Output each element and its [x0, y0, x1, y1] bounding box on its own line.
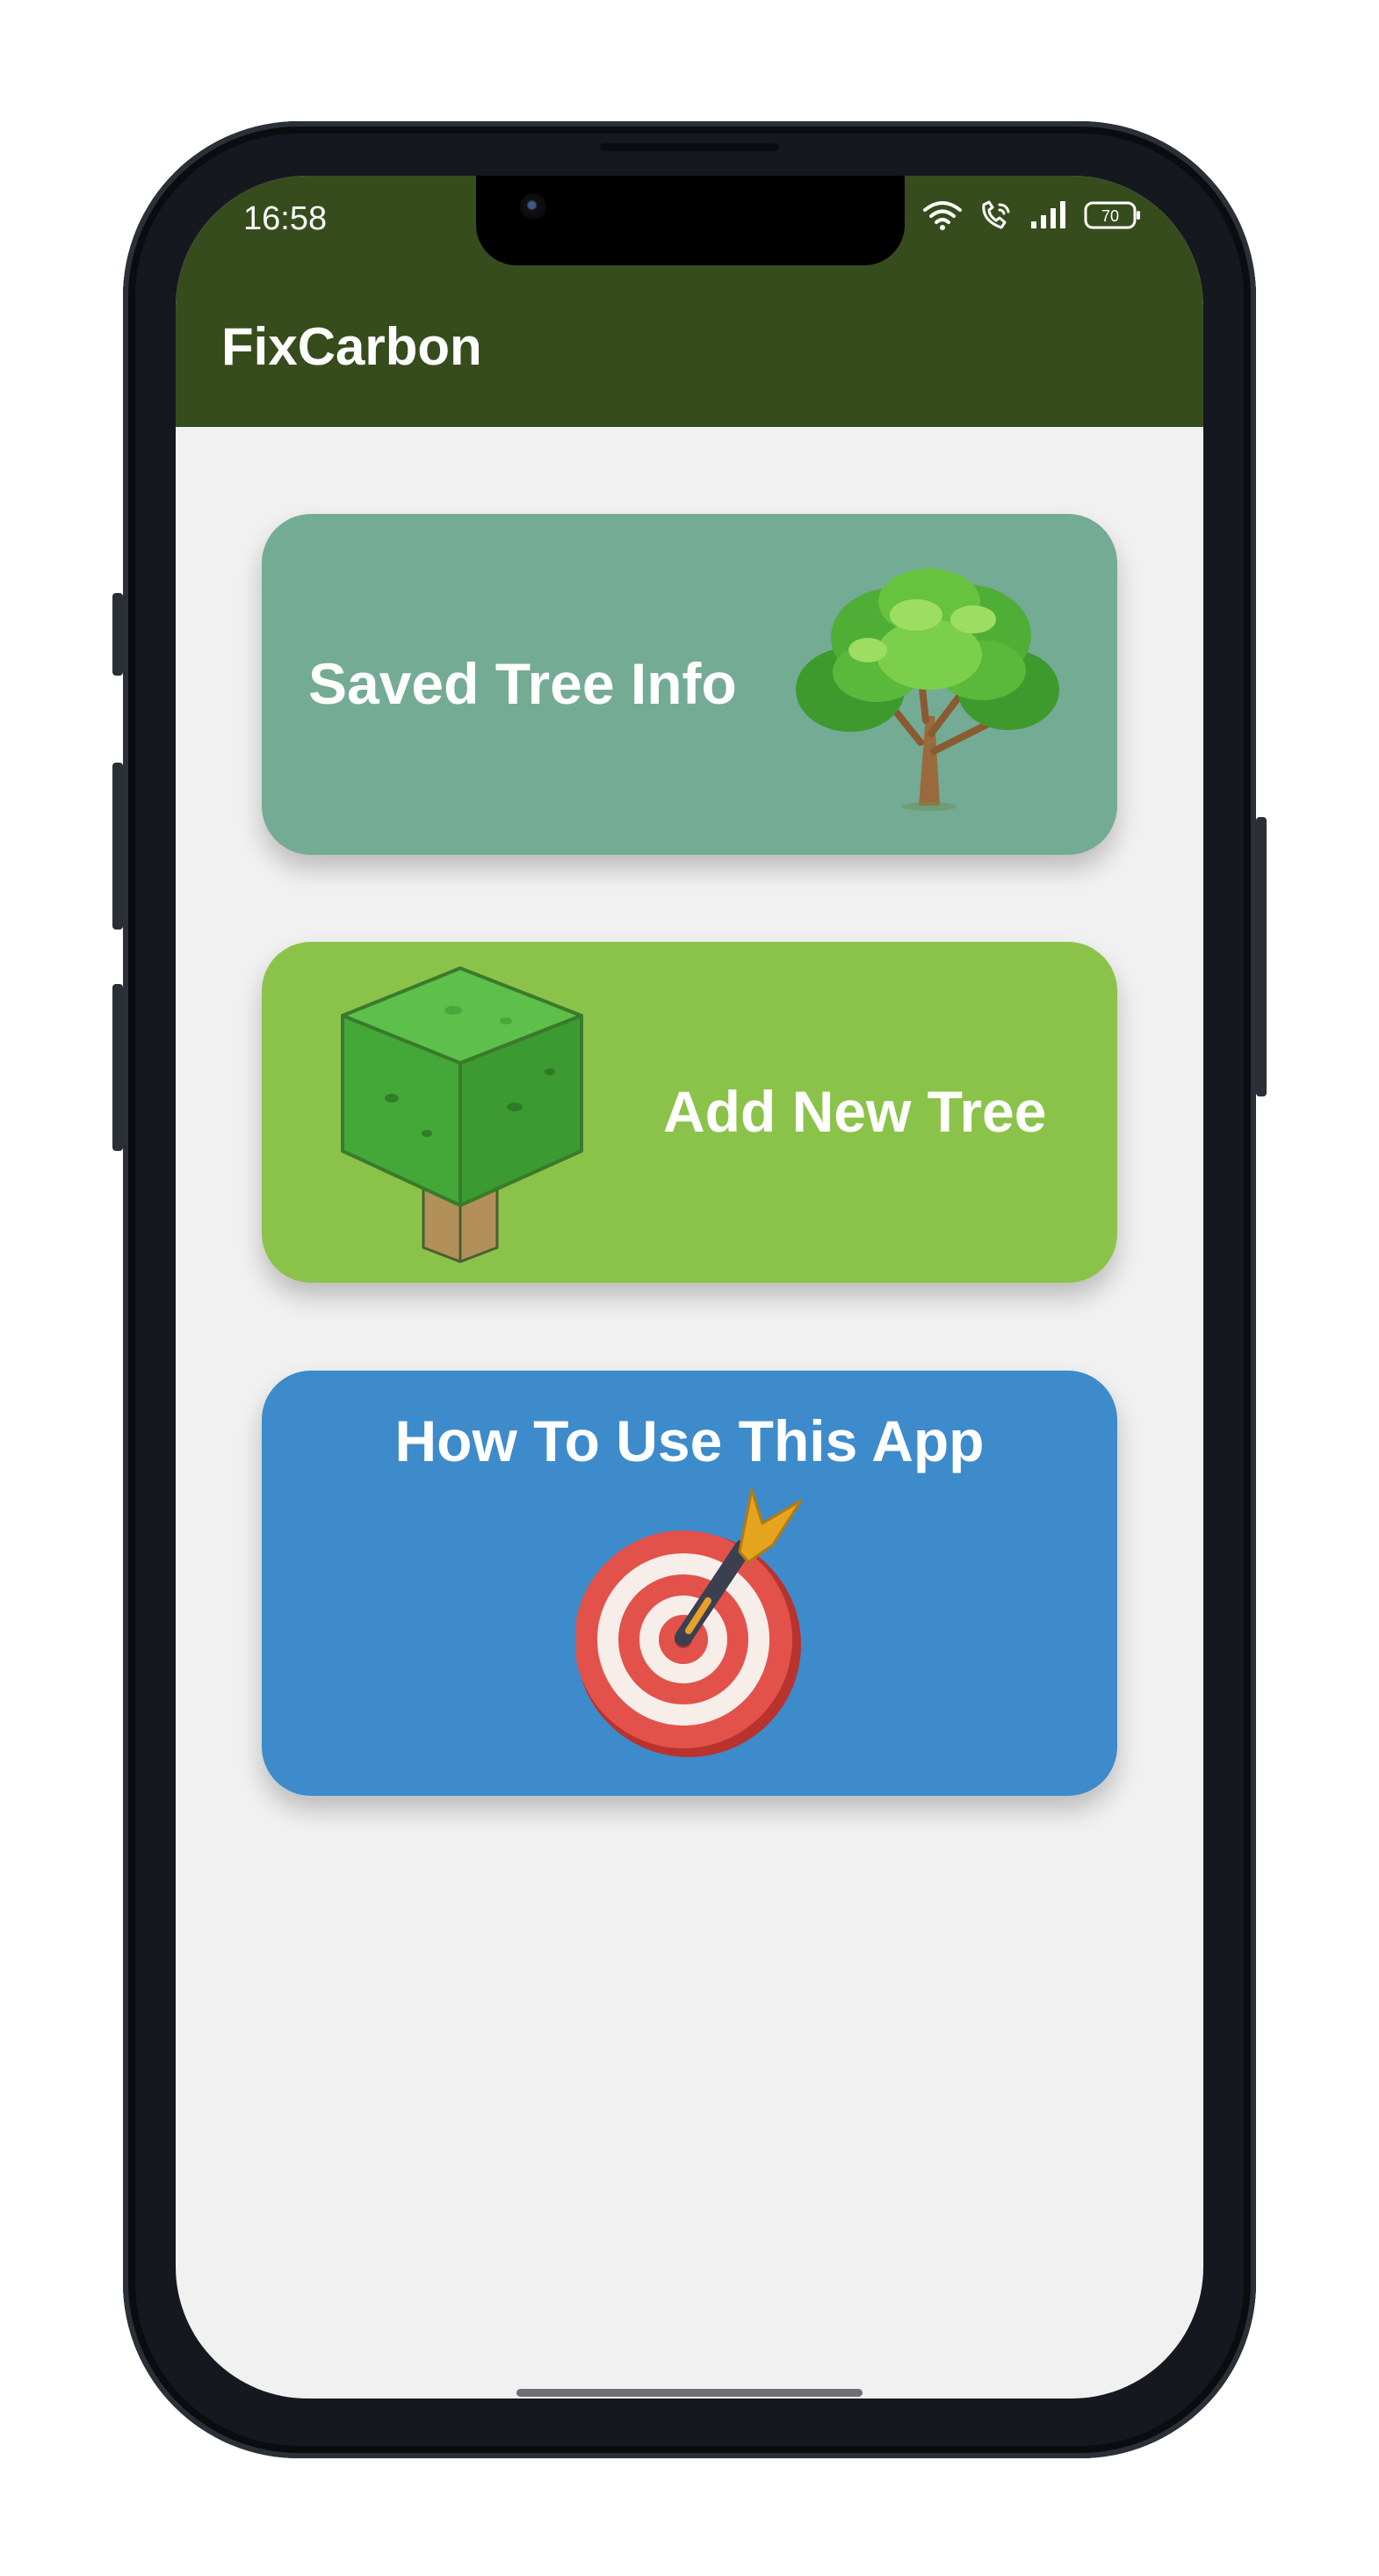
power-button [1256, 817, 1267, 1096]
camera-notch [476, 176, 905, 265]
saved-tree-info-card[interactable]: Saved Tree Info [262, 514, 1117, 855]
cube-tree-icon [341, 966, 583, 1263]
status-icons: 70 [889, 199, 1142, 232]
app-title: FixCarbon [221, 317, 482, 376]
battery-icon: 70 [1084, 201, 1140, 229]
add-new-tree-label: Add New Tree [663, 1079, 1047, 1144]
saved-tree-info-label: Saved Tree Info [308, 651, 737, 716]
earpiece-speaker [600, 143, 779, 151]
status-time: 16:58 [243, 200, 328, 237]
how-to-use-card[interactable]: How To Use This App [262, 1371, 1117, 1796]
front-camera [520, 193, 546, 220]
mute-switch [112, 593, 123, 676]
add-new-tree-card[interactable]: Add New Tree [262, 942, 1117, 1283]
wifi-icon [923, 201, 962, 230]
how-to-use-label: How To Use This App [394, 1408, 985, 1473]
target-dart-icon [576, 1488, 803, 1757]
volume-up-button [112, 763, 123, 930]
tree-icon [796, 568, 1059, 811]
volume-down-button [112, 984, 123, 1151]
battery-level: 70 [1101, 207, 1119, 225]
home-indicator[interactable] [516, 2389, 863, 2397]
app-screen: 16:58 70 FixCarbon Saved Tree Info Add N… [176, 176, 1203, 2399]
signal-icon [1031, 201, 1065, 228]
wifi-calling-icon [982, 200, 1010, 229]
